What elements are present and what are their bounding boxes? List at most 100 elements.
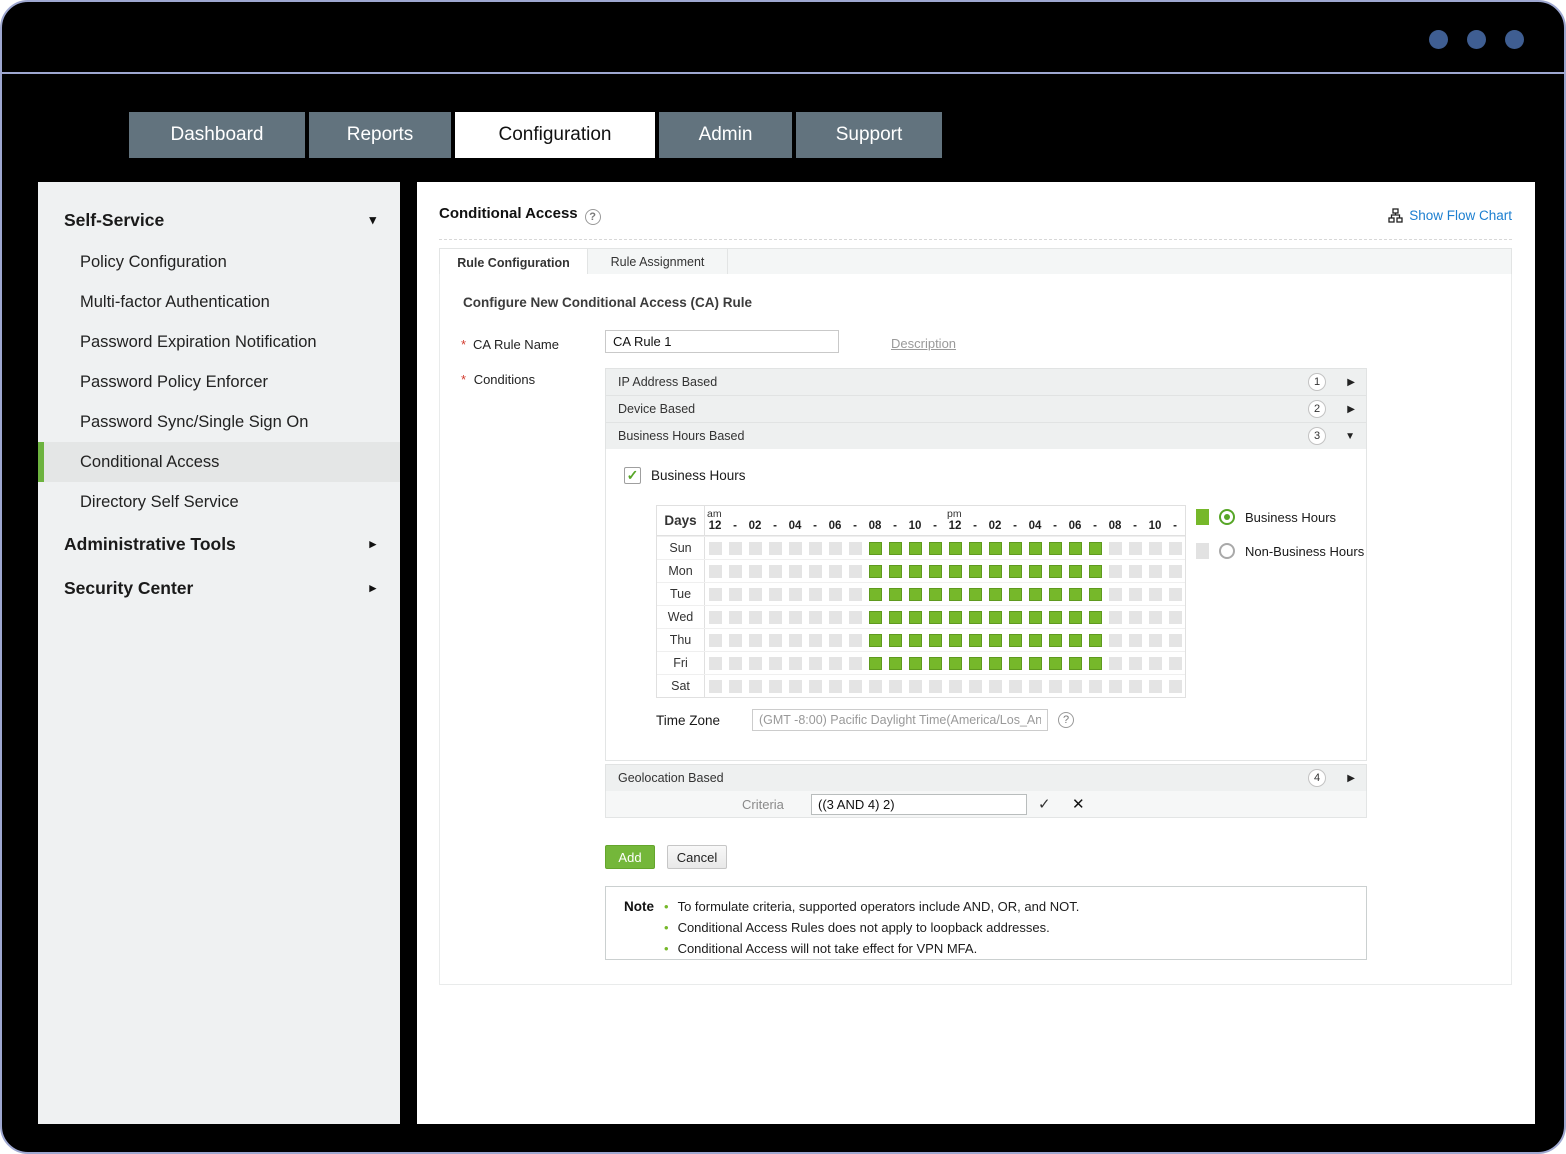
sidebar-item-policy-configuration[interactable]: Policy Configuration xyxy=(38,242,400,282)
schedule-cell[interactable] xyxy=(728,564,742,578)
schedule-cell[interactable] xyxy=(1108,679,1122,693)
schedule-cell[interactable] xyxy=(848,679,862,693)
schedule-cell[interactable] xyxy=(1008,679,1022,693)
schedule-cell[interactable] xyxy=(768,564,782,578)
schedule-cell[interactable] xyxy=(1028,633,1042,647)
schedule-cell[interactable] xyxy=(768,633,782,647)
schedule-cell[interactable] xyxy=(1128,564,1142,578)
schedule-cell[interactable] xyxy=(968,587,982,601)
accordion-device-based[interactable]: Device Based 2 ▶ xyxy=(605,395,1367,423)
schedule-cell[interactable] xyxy=(868,679,882,693)
sidebar-section-security-center[interactable]: Security Center ▸ xyxy=(38,566,400,610)
sidebar-item-multi-factor-authentication[interactable]: Multi-factor Authentication xyxy=(38,282,400,322)
non-business-hours-radio[interactable] xyxy=(1219,543,1235,559)
add-button[interactable]: Add xyxy=(605,845,655,869)
schedule-cell[interactable] xyxy=(868,656,882,670)
schedule-cell[interactable] xyxy=(1048,587,1062,601)
schedule-cell[interactable] xyxy=(1148,541,1162,555)
schedule-cell[interactable] xyxy=(1048,679,1062,693)
nav-tab-admin[interactable]: Admin xyxy=(659,112,792,158)
schedule-cell[interactable] xyxy=(828,610,842,624)
schedule-cell[interactable] xyxy=(748,679,762,693)
schedule-cell[interactable] xyxy=(708,541,722,555)
schedule-cell[interactable] xyxy=(768,610,782,624)
schedule-cell[interactable] xyxy=(1088,541,1102,555)
window-dot-2[interactable] xyxy=(1467,30,1486,49)
schedule-cell[interactable] xyxy=(968,564,982,578)
schedule-cell[interactable] xyxy=(1088,610,1102,624)
show-flow-chart-link[interactable]: Show Flow Chart xyxy=(1388,208,1512,223)
schedule-cell[interactable] xyxy=(868,564,882,578)
schedule-cell[interactable] xyxy=(728,541,742,555)
schedule-cell[interactable] xyxy=(748,587,762,601)
schedule-cell[interactable] xyxy=(928,587,942,601)
schedule-cell[interactable] xyxy=(1028,564,1042,578)
schedule-cell[interactable] xyxy=(1028,610,1042,624)
schedule-cell[interactable] xyxy=(808,541,822,555)
schedule-cell[interactable] xyxy=(948,610,962,624)
schedule-cell[interactable] xyxy=(768,679,782,693)
schedule-cell[interactable] xyxy=(908,633,922,647)
schedule-cell[interactable] xyxy=(1128,610,1142,624)
schedule-cell[interactable] xyxy=(708,564,722,578)
schedule-cell[interactable] xyxy=(828,541,842,555)
schedule-cell[interactable] xyxy=(788,564,802,578)
schedule-cell[interactable] xyxy=(988,587,1002,601)
schedule-cell[interactable] xyxy=(948,587,962,601)
schedule-cell[interactable] xyxy=(1168,564,1182,578)
schedule-cell[interactable] xyxy=(728,587,742,601)
schedule-cell[interactable] xyxy=(808,679,822,693)
schedule-cell[interactable] xyxy=(968,679,982,693)
schedule-cell[interactable] xyxy=(968,633,982,647)
sidebar-item-directory-self-service[interactable]: Directory Self Service xyxy=(38,482,400,522)
schedule-cell[interactable] xyxy=(748,656,762,670)
schedule-cell[interactable] xyxy=(1028,541,1042,555)
cancel-button[interactable]: Cancel xyxy=(667,845,727,869)
criteria-cancel-icon[interactable]: ✕ xyxy=(1072,795,1085,813)
schedule-cell[interactable] xyxy=(968,541,982,555)
schedule-cell[interactable] xyxy=(1148,656,1162,670)
accordion-geolocation-based[interactable]: Geolocation Based 4 ▶ xyxy=(605,764,1367,792)
schedule-cell[interactable] xyxy=(908,587,922,601)
schedule-cell[interactable] xyxy=(848,633,862,647)
schedule-cell[interactable] xyxy=(868,610,882,624)
schedule-cell[interactable] xyxy=(788,610,802,624)
schedule-cell[interactable] xyxy=(928,679,942,693)
schedule-cell[interactable] xyxy=(1128,679,1142,693)
accordion-ip-address-based[interactable]: IP Address Based 1 ▶ xyxy=(605,368,1367,396)
schedule-cell[interactable] xyxy=(928,541,942,555)
schedule-cell[interactable] xyxy=(928,564,942,578)
schedule-cell[interactable] xyxy=(1108,656,1122,670)
schedule-cell[interactable] xyxy=(748,541,762,555)
schedule-cell[interactable] xyxy=(788,587,802,601)
schedule-cell[interactable] xyxy=(888,564,902,578)
schedule-cell[interactable] xyxy=(1028,656,1042,670)
schedule-cell[interactable] xyxy=(908,564,922,578)
schedule-cell[interactable] xyxy=(728,610,742,624)
nav-tab-dashboard[interactable]: Dashboard xyxy=(129,112,305,158)
schedule-cell[interactable] xyxy=(848,541,862,555)
schedule-cell[interactable] xyxy=(948,679,962,693)
schedule-cell[interactable] xyxy=(808,587,822,601)
schedule-cell[interactable] xyxy=(948,633,962,647)
schedule-cell[interactable] xyxy=(768,541,782,555)
schedule-cell[interactable] xyxy=(888,541,902,555)
schedule-cell[interactable] xyxy=(1168,587,1182,601)
window-dot-1[interactable] xyxy=(1429,30,1448,49)
description-link[interactable]: Description xyxy=(891,336,956,351)
sidebar-item-conditional-access[interactable]: Conditional Access xyxy=(38,442,400,482)
schedule-cell[interactable] xyxy=(1068,633,1082,647)
schedule-cell[interactable] xyxy=(788,633,802,647)
business-hours-checkbox[interactable]: ✓ xyxy=(624,467,641,484)
schedule-cell[interactable] xyxy=(1088,564,1102,578)
schedule-cell[interactable] xyxy=(848,610,862,624)
schedule-cell[interactable] xyxy=(808,656,822,670)
schedule-cell[interactable] xyxy=(1048,633,1062,647)
schedule-cell[interactable] xyxy=(728,633,742,647)
nav-tab-configuration[interactable]: Configuration xyxy=(455,112,655,158)
schedule-cell[interactable] xyxy=(828,656,842,670)
schedule-cell[interactable] xyxy=(1008,656,1022,670)
schedule-cell[interactable] xyxy=(1128,587,1142,601)
sidebar-item-password-sync-single-sign-on[interactable]: Password Sync/Single Sign On xyxy=(38,402,400,442)
schedule-cell[interactable] xyxy=(888,610,902,624)
